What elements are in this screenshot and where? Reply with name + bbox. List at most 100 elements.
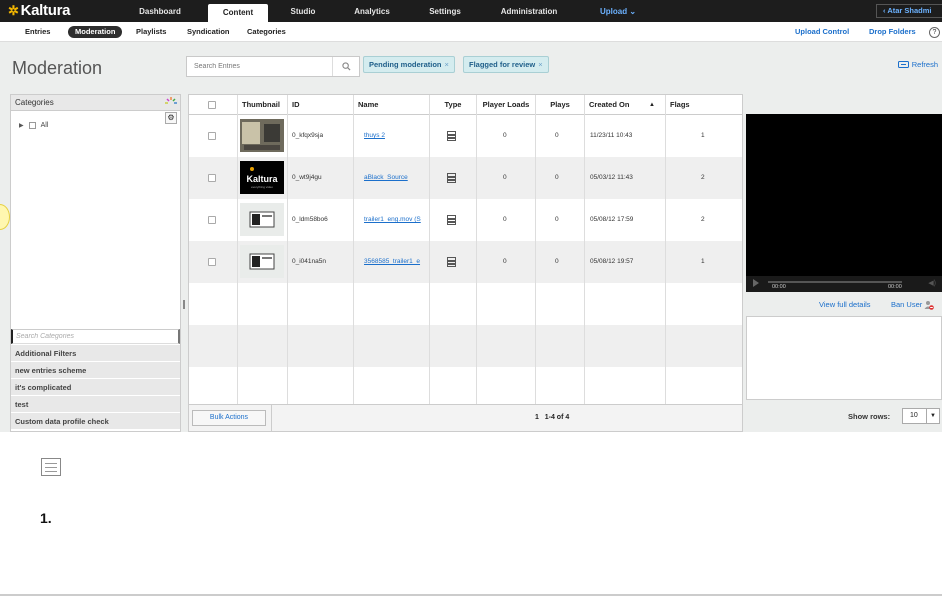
empty-row <box>189 283 742 325</box>
upload-menu-button[interactable]: Upload ⌄ <box>594 0 642 22</box>
column-divider <box>429 95 430 404</box>
flags-count: 1 <box>701 258 705 265</box>
player-loads: 0 <box>503 258 507 265</box>
nav-administration[interactable]: Administration <box>494 0 564 22</box>
view-full-details-link[interactable]: View full details <box>819 300 871 309</box>
search-input[interactable] <box>187 57 333 76</box>
volume-icon[interactable]: ◀) <box>928 279 936 287</box>
column-header-id[interactable]: ID <box>288 95 353 115</box>
search-icon <box>341 62 351 71</box>
table-row[interactable]: 0_ldm58bo6 trailer1_eng.mov (S 0 0 05/08… <box>189 199 742 241</box>
content-area: Moderation Pending moderation× Flagged f… <box>0 42 942 432</box>
flags-count: 2 <box>701 174 705 181</box>
drop-folders-link[interactable]: Drop Folders <box>869 26 916 38</box>
step-number: 1. <box>40 510 52 526</box>
column-header-name[interactable]: Name <box>354 95 429 115</box>
page-title: Moderation <box>12 58 103 78</box>
column-header-plays[interactable]: Plays <box>536 95 584 115</box>
entry-id: 0_kfqx9sja <box>292 132 324 139</box>
tooltip-bubble <box>0 204 10 230</box>
remove-filter-icon[interactable]: × <box>445 60 449 69</box>
gear-icon[interactable]: ⚙ <box>165 112 177 124</box>
tree-expand-icon[interactable]: ▶ <box>19 122 24 129</box>
tab-syndication[interactable]: Syndication <box>187 26 230 38</box>
flags-count: 2 <box>701 216 705 223</box>
ban-user-link[interactable]: Ban User <box>891 300 935 310</box>
row-checkbox[interactable] <box>208 258 216 266</box>
entry-name-link[interactable]: thuys 2 <box>364 115 430 157</box>
column-header-thumbnail[interactable]: Thumbnail <box>238 95 287 115</box>
help-icon[interactable]: ? <box>929 27 940 38</box>
filter-section-custom-data-profile[interactable]: Custom data profile check <box>11 413 180 430</box>
entry-thumbnail[interactable] <box>240 245 284 278</box>
kaltura-app: ✲ Kaltura Dashboard Content Studio Analyt… <box>0 0 942 432</box>
filter-section-test[interactable]: test <box>11 396 180 413</box>
row-checkbox[interactable] <box>208 174 216 182</box>
play-icon[interactable] <box>753 279 759 287</box>
refresh-icon <box>897 61 909 68</box>
show-rows-value: 10 <box>910 412 918 419</box>
nav-dashboard[interactable]: Dashboard <box>128 0 192 22</box>
table-row[interactable]: 0_kfqx9sja thuys 2 0 0 11/23/11 10:43 1 <box>189 115 742 157</box>
additional-filters-section[interactable]: Additional Filters <box>11 345 180 362</box>
column-header-flags[interactable]: Flags <box>666 95 742 115</box>
nav-studio[interactable]: Studio <box>280 0 326 22</box>
entry-thumbnail[interactable] <box>240 203 284 236</box>
current-page[interactable]: 1 <box>535 414 539 421</box>
tab-entries[interactable]: Entries <box>25 26 50 38</box>
search-button[interactable] <box>332 57 359 76</box>
category-tree-root[interactable]: ▶ All <box>19 122 48 129</box>
entry-name-link[interactable]: 3568585_trailer1_e <box>364 241 430 283</box>
column-header-player-loads[interactable]: Player Loads <box>477 95 535 115</box>
user-menu[interactable]: ‹ Atar Shadmi <box>876 4 942 18</box>
player-loads: 0 <box>503 216 507 223</box>
column-header-type[interactable]: Type <box>430 95 476 115</box>
video-type-icon <box>447 131 456 141</box>
document-list-icon <box>41 458 61 476</box>
entry-thumbnail[interactable]: Kalturaeverything video <box>240 161 284 194</box>
tab-categories[interactable]: Categories <box>247 26 286 38</box>
nav-settings[interactable]: Settings <box>421 0 469 22</box>
categories-spinner-icon <box>165 97 177 104</box>
tab-playlists[interactable]: Playlists <box>136 26 166 38</box>
entry-name-link[interactable]: aBlack_Source <box>364 157 430 199</box>
bulk-actions-button[interactable]: Bulk Actions <box>192 410 266 426</box>
row-checkbox[interactable] <box>208 132 216 140</box>
column-divider <box>353 95 354 404</box>
nav-analytics[interactable]: Analytics <box>345 0 399 22</box>
table-row[interactable]: Kaltura everything video 0_wt9j4gu aBlack… <box>189 157 742 199</box>
search-box <box>186 56 360 77</box>
plays: 0 <box>555 174 559 181</box>
nav-content[interactable]: Content <box>208 4 268 22</box>
category-checkbox[interactable] <box>28 122 36 129</box>
panel-splitter-handle[interactable] <box>183 300 185 309</box>
plays: 0 <box>555 132 559 139</box>
upload-control-link[interactable]: Upload Control <box>795 26 849 38</box>
column-header-created-on[interactable]: Created On ▲ <box>585 95 665 115</box>
tab-moderation[interactable]: Moderation <box>68 26 123 38</box>
kaltura-star-icon: ✲ <box>8 3 19 18</box>
video-player[interactable]: 00:00 00:00 ◀) <box>746 114 942 292</box>
row-checkbox[interactable] <box>208 216 216 224</box>
page-range: 1-4 of 4 <box>544 414 570 421</box>
entry-thumbnail[interactable] <box>240 119 284 152</box>
filter-tag-flagged[interactable]: Flagged for review × <box>463 56 549 73</box>
entry-name-link[interactable]: trailer1_eng.mov (S <box>364 199 430 241</box>
filter-tag-label: Pending moderation <box>369 60 442 69</box>
filter-section-new-entries-scheme[interactable]: new entries scheme <box>11 362 180 379</box>
select-all-checkbox[interactable] <box>208 101 216 109</box>
player-controls: 00:00 00:00 ◀) <box>746 276 942 292</box>
seek-bar[interactable] <box>768 281 902 283</box>
search-categories-input[interactable] <box>11 329 180 344</box>
show-rows-select[interactable]: 10 ▼ <box>902 408 940 424</box>
refresh-button[interactable]: Refresh <box>897 60 938 69</box>
filter-tag-label: Flagged for review <box>469 60 536 69</box>
header-select-all <box>189 95 237 115</box>
categories-title: Categories <box>15 98 54 107</box>
remove-filter-icon[interactable]: × <box>538 60 542 69</box>
filter-tag-pending[interactable]: Pending moderation × <box>363 56 455 73</box>
ban-user-label: Ban User <box>891 300 923 309</box>
kaltura-logo[interactable]: ✲ Kaltura <box>8 2 70 19</box>
table-row[interactable]: 0_i041na5n 3568585_trailer1_e 0 0 05/08/… <box>189 241 742 283</box>
filter-section-its-complicated[interactable]: it's complicated <box>11 379 180 396</box>
